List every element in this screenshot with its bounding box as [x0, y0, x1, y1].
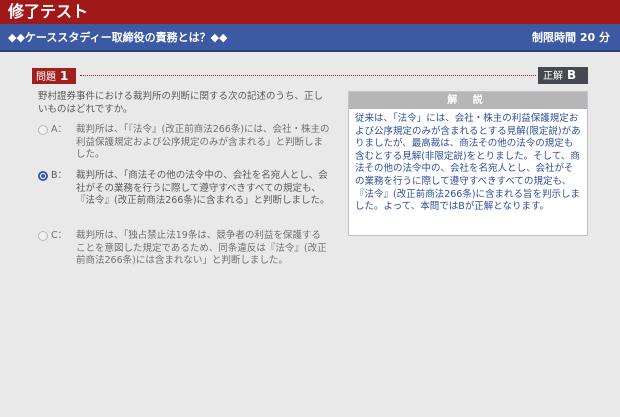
top-header-bar: 修了テスト	[0, 0, 620, 24]
option-b-text: 裁判所は、「商法その他の法令中の、会社を名宛人とし、会社がその業務を行うに際して…	[76, 170, 330, 206]
option-c-text: 裁判所は、「独占禁止法19条は、競争者の利益を保護することを意図した規定であるた…	[76, 230, 327, 266]
option-c-label: C：	[51, 230, 68, 241]
course-title: ◆◆ケーススタディー取締役の責務とは？◆◆	[8, 31, 228, 44]
question-number: 1	[60, 69, 69, 83]
time-limit: 制限時間 20 分	[532, 31, 610, 44]
correct-answer-value: B	[567, 68, 577, 82]
option-a-radio[interactable]	[38, 125, 48, 135]
correct-answer-badge: 正解 B	[538, 67, 588, 84]
option-a-label: A：	[51, 124, 67, 135]
question-text: 野村證券事件における裁判所の判断に関する次の記述のうち、正しいものはどれですか。	[38, 91, 324, 115]
explanation-text: 従来は、「法令」には、会社・株主の利益保護規定および公序規定のみが含まれるとする…	[355, 113, 581, 213]
question-label: 問題	[36, 72, 56, 83]
explanation-panel: 解 説 従来は、「法令」には、会社・株主の利益保護規定および公序規定のみが含まれ…	[348, 91, 588, 236]
option-a[interactable]: A： 裁判所は、「『法令』(改正前商法266条)には、会社・株主の利益保護規定お…	[38, 124, 330, 162]
course-title-bar: ◆◆ケーススタディー取締役の責務とは？◆◆ 制限時間 20 分	[0, 24, 620, 52]
app-logo: 修了テスト	[8, 1, 88, 23]
option-b[interactable]: B： 裁判所は、「商法その他の法令中の、会社を名宛人とし、会社がその業務を行うに…	[38, 170, 330, 208]
option-a-text: 裁判所は、「『法令』(改正前商法266条)には、会社・株主の利益保護規定および公…	[76, 124, 330, 160]
brand-katakana: テスト	[40, 2, 89, 21]
question-number-badge: 問題 1	[32, 68, 76, 84]
option-c-radio[interactable]	[38, 231, 48, 241]
correct-answer-label: 正解	[543, 71, 563, 82]
option-b-radio-selected[interactable]	[38, 171, 48, 181]
explanation-title: 解 説	[349, 92, 587, 109]
dotted-divider	[80, 75, 536, 76]
option-b-label: B：	[51, 170, 68, 181]
option-c[interactable]: C： 裁判所は、「独占禁止法19条は、競争者の利益を保護することを意図した規定で…	[38, 230, 330, 268]
brand-kanji: 修了	[8, 2, 41, 21]
